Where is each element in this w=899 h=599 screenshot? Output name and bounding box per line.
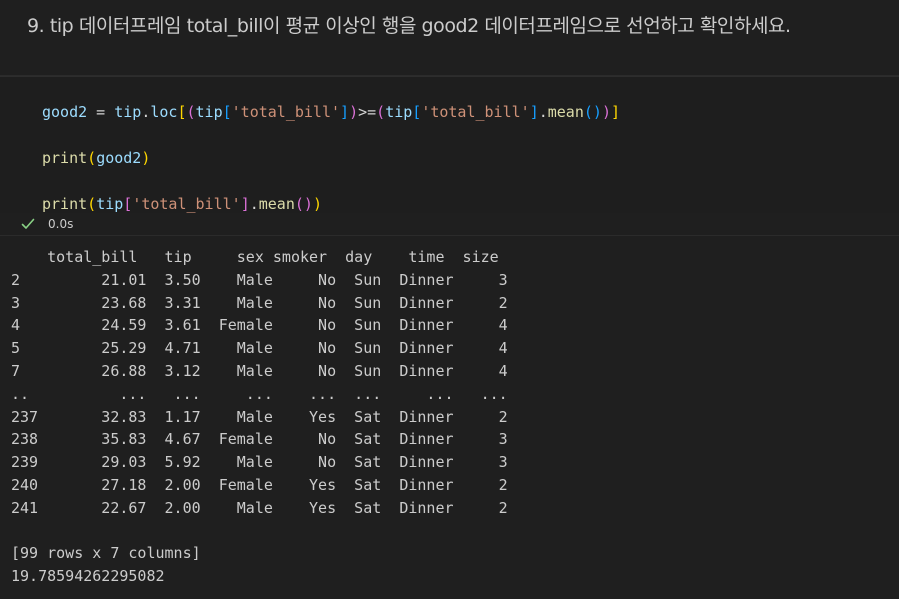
code-token: >= — [358, 103, 377, 121]
code-token: ) — [349, 103, 359, 121]
code-token: 'total_bill' — [231, 103, 341, 121]
code-token: ] — [610, 103, 620, 121]
code-token: print — [42, 149, 88, 167]
cell-output: total_bill tip sex smoker day time size 2… — [11, 246, 508, 588]
output-line: [99 rows x 7 columns] — [11, 544, 201, 563]
code-token: ( — [583, 103, 593, 121]
code-token: [ — [412, 103, 422, 121]
code-token: 'total_bill' — [132, 195, 241, 213]
code-token: [ — [222, 103, 232, 121]
code-token: . — [538, 103, 548, 121]
code-token: tip — [96, 195, 124, 213]
output-line: 240 27.18 2.00 Female Yes Sat Dinner 2 — [11, 475, 508, 494]
output-divider — [0, 235, 899, 236]
markdown-heading: 9. tip 데이터프레임 total_bill이 평균 이상인 행을 good… — [27, 15, 791, 37]
code-token: ( — [186, 103, 196, 121]
code-token: mean — [258, 195, 295, 213]
check-icon — [20, 216, 36, 232]
code-token: good2 — [42, 103, 88, 121]
output-line: .. ... ... ... ... ... ... ... — [11, 384, 508, 403]
output-line: 5 25.29 4.71 Male No Sun Dinner 4 — [11, 339, 508, 358]
code-line[interactable]: print(good2) — [42, 135, 620, 181]
code-token: tip — [114, 103, 142, 121]
code-token: ( — [376, 103, 386, 121]
code-token: [ — [123, 195, 133, 213]
notebook-page: 9. tip 데이터프레임 total_bill이 평균 이상인 행을 good… — [0, 0, 899, 599]
output-line: 7 26.88 3.12 Male No Sun Dinner 4 — [11, 361, 508, 380]
code-token: ) — [601, 103, 611, 121]
output-line: 237 32.83 1.17 Male Yes Sat Dinner 2 — [11, 407, 508, 426]
code-token: ) — [312, 195, 322, 213]
code-token: . — [249, 195, 259, 213]
code-token: good2 — [96, 149, 142, 167]
output-line: 3 23.68 3.31 Male No Sun Dinner 2 — [11, 293, 508, 312]
code-token: ] — [340, 103, 350, 121]
code-line[interactable]: print(tip['total_bill'].mean()) — [42, 181, 620, 227]
code-token: ( — [294, 195, 304, 213]
output-line: 241 22.67 2.00 Male Yes Sat Dinner 2 — [11, 498, 508, 517]
code-token: ] — [529, 103, 539, 121]
code-token: ) — [592, 103, 602, 121]
output-line: 4 24.59 3.61 Female No Sun Dinner 4 — [11, 316, 508, 335]
code-token: mean — [547, 103, 584, 121]
output-line: 19.78594262295082 — [11, 567, 165, 586]
output-line: 239 29.03 5.92 Male No Sat Dinner 3 — [11, 453, 508, 472]
code-token: ) — [141, 149, 151, 167]
code-token: loc — [150, 103, 178, 121]
code-token: ( — [87, 149, 97, 167]
code-token: ] — [240, 195, 250, 213]
code-token: tip — [385, 103, 413, 121]
code-editor[interactable]: good2 = tip.loc[(tip['total_bill'])>=(ti… — [0, 76, 899, 213]
execution-time: 0.0s — [48, 217, 74, 231]
code-token: tip — [195, 103, 223, 121]
output-line: 238 35.83 4.67 Female No Sat Dinner 3 — [11, 430, 508, 449]
code-token: = — [87, 103, 115, 121]
output-header-row: total_bill tip sex smoker day time size — [11, 248, 499, 266]
code-token: ) — [303, 195, 313, 213]
code-token: print — [42, 195, 88, 213]
code-token: 'total_bill' — [421, 103, 530, 121]
code-cell[interactable]: good2 = tip.loc[(tip['total_bill'])>=(ti… — [0, 75, 899, 236]
code-token: [ — [177, 103, 187, 121]
code-token: ( — [87, 195, 97, 213]
code-block[interactable]: good2 = tip.loc[(tip['total_bill'])>=(ti… — [42, 89, 620, 227]
cell-status-bar: 0.0s — [20, 213, 73, 235]
code-line[interactable]: good2 = tip.loc[(tip['total_bill'])>=(ti… — [42, 89, 620, 135]
output-line: 2 21.01 3.50 Male No Sun Dinner 3 — [11, 270, 508, 289]
